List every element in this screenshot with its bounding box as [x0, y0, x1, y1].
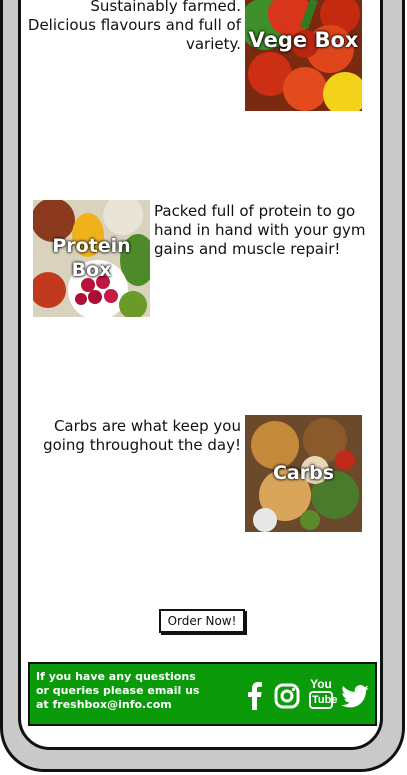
youtube-icon-top: You [310, 677, 332, 691]
phone-screen: Sustainably farmed. Delicious flavours a… [18, 0, 383, 750]
twitter-icon[interactable] [341, 685, 369, 708]
order-now-button[interactable]: Order Now! [159, 609, 245, 633]
carbs-box-image[interactable]: Carbs [245, 415, 362, 532]
vege-box-description: Sustainably farmed. Delicious flavours a… [27, 0, 241, 53]
carbs-box-label: Carbs [272, 462, 335, 484]
facebook-icon[interactable] [247, 682, 263, 710]
youtube-icon-bottom: Tube [309, 691, 337, 709]
footer-contact-text: If you have any questions or queries ple… [36, 670, 200, 711]
vege-box-label: Vege Box [248, 28, 359, 52]
carbs-box-description: Carbs are what keep you going throughout… [43, 417, 241, 454]
vegetables-image [245, 0, 362, 111]
instagram-icon[interactable] [274, 683, 300, 709]
protein-box-label: Protein Box [52, 235, 131, 281]
vege-box-image[interactable]: Vege Box [245, 0, 362, 111]
protein-box-description: Packed full of protein to go hand in han… [154, 202, 366, 258]
youtube-icon[interactable]: You Tube [309, 677, 337, 712]
footer: If you have any questions or queries ple… [28, 662, 377, 726]
protein-box-image[interactable]: Protein Box [33, 200, 150, 317]
